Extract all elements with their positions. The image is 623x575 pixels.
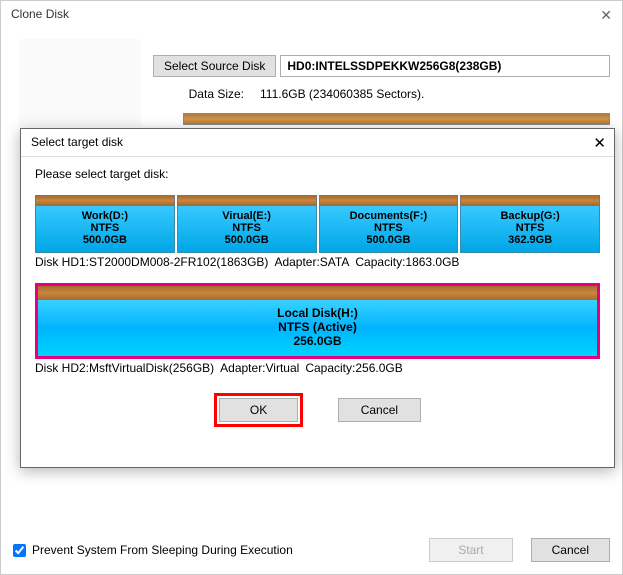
source-disk-field: HD0:INTELSSDPEKKW256G8(238GB) bbox=[280, 55, 610, 77]
disk1-model: Disk HD1:ST2000DM008-2FR102(1863GB) bbox=[35, 255, 268, 269]
window-title: Clone Disk bbox=[1, 1, 622, 31]
select-target-disk-dialog: Select target disk ✕ Please select targe… bbox=[20, 128, 615, 468]
ok-button[interactable]: OK bbox=[219, 398, 298, 422]
partition-documents-f[interactable]: Documents(F:) NTFS 500.0GB bbox=[319, 195, 459, 253]
select-source-disk-button[interactable]: Select Source Disk bbox=[153, 55, 276, 77]
partition-strip bbox=[183, 113, 610, 125]
disk2-selected-partition[interactable]: Local Disk(H:) NTFS (Active) 256.0GB bbox=[35, 283, 600, 359]
disk2-capacity: Capacity:256.0GB bbox=[305, 361, 402, 375]
dialog-button-row: OK Cancel bbox=[35, 393, 600, 427]
disk2-part-size: 256.0GB bbox=[40, 334, 595, 348]
cancel-button[interactable]: Cancel bbox=[531, 538, 610, 562]
disk2-model: Disk HD2:MsftVirtualDisk(256GB) bbox=[35, 361, 214, 375]
disk2-part-name: Local Disk(H:) bbox=[40, 306, 595, 320]
source-disk-row: Select Source Disk HD0:INTELSSDPEKKW256G… bbox=[153, 55, 610, 77]
data-size-label: Data Size: bbox=[153, 87, 250, 101]
disk1-capacity: Capacity:1863.0GB bbox=[355, 255, 459, 269]
disk1-caption: Disk HD1:ST2000DM008-2FR102(1863GB) Adap… bbox=[35, 255, 600, 269]
disk1-adapter: Adapter:SATA bbox=[274, 255, 349, 269]
dialog-close-icon[interactable]: ✕ bbox=[593, 134, 606, 152]
dialog-cancel-button[interactable]: Cancel bbox=[338, 398, 421, 422]
partition-backup-g[interactable]: Backup(G:) NTFS 362.9GB bbox=[460, 195, 600, 253]
disk-thumbnail bbox=[19, 39, 141, 127]
dialog-prompt: Please select target disk: bbox=[35, 167, 600, 181]
ok-highlight: OK bbox=[214, 393, 303, 427]
disk1-partition-row: Work(D:) NTFS 500.0GB Virual(E:) NTFS 50… bbox=[35, 195, 600, 253]
disk2-caption: Disk HD2:MsftVirtualDisk(256GB) Adapter:… bbox=[35, 361, 600, 375]
close-icon[interactable]: ✕ bbox=[600, 7, 612, 24]
start-button: Start bbox=[429, 538, 512, 562]
dialog-title: Select target disk bbox=[21, 129, 614, 157]
disk2-part-fs: NTFS (Active) bbox=[40, 320, 595, 334]
partition-work-d[interactable]: Work(D:) NTFS 500.0GB bbox=[35, 195, 175, 253]
data-size-row: Data Size: 111.6GB (234060385 Sectors). bbox=[153, 85, 610, 103]
footer-bar: Prevent System From Sleeping During Exec… bbox=[13, 538, 610, 562]
partition-virtual-e[interactable]: Virual(E:) NTFS 500.0GB bbox=[177, 195, 317, 253]
prevent-sleep-label: Prevent System From Sleeping During Exec… bbox=[32, 543, 293, 557]
prevent-sleep-checkbox[interactable] bbox=[13, 544, 26, 557]
disk2-adapter: Adapter:Virtual bbox=[220, 361, 299, 375]
data-size-value: 111.6GB (234060385 Sectors). bbox=[254, 85, 610, 103]
